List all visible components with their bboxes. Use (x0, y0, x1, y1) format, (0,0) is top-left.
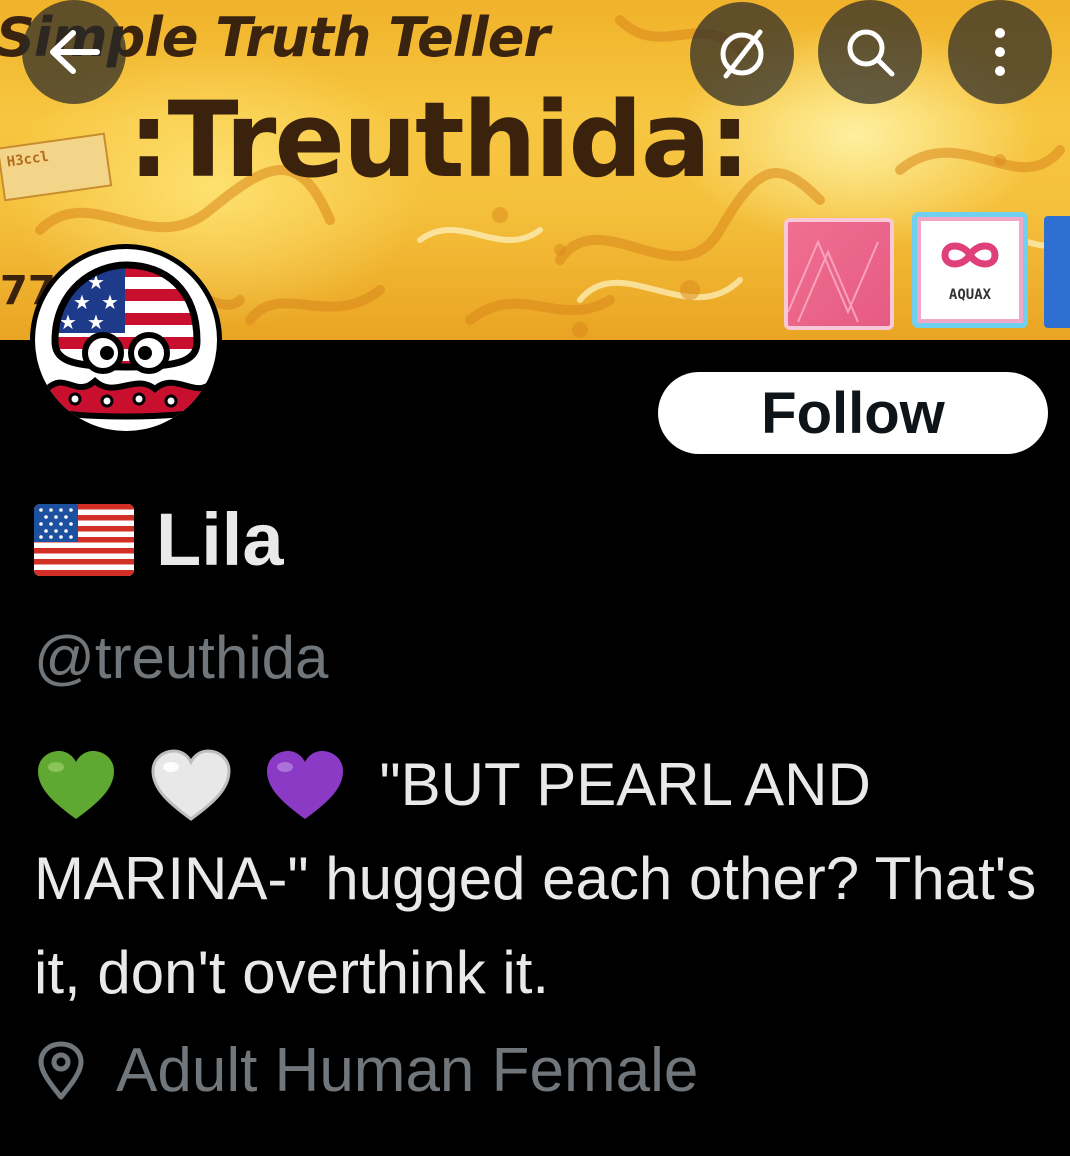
location-pin-icon (38, 1041, 84, 1100)
svg-text:★: ★ (87, 310, 105, 334)
arrow-left-icon (50, 30, 100, 74)
profile-location: Adult Human Female (36, 1040, 698, 1102)
avatar-image: ★ ★ ★ ★ ★ ★ (35, 249, 217, 431)
banner-sticker-text: H3ccl (5, 148, 50, 171)
avatar[interactable]: ★ ★ ★ ★ ★ ★ (30, 244, 222, 436)
name-row: Lila (34, 500, 283, 580)
infinity-logo-icon (941, 242, 999, 268)
pink-card-pattern (787, 239, 879, 323)
banner-aquax-card: AQUAX (912, 212, 1028, 328)
follow-button[interactable]: Follow (658, 372, 1048, 454)
slashed-circle-icon (720, 29, 764, 79)
bio-hearts (34, 735, 361, 829)
banner-pink-card (784, 218, 894, 330)
banner-blue-card (1044, 216, 1070, 328)
profile-page: H3ccl 77 Simple Truth Teller :Treuthida:… (0, 0, 1070, 1156)
us-flag-emoji-icon (34, 504, 134, 576)
green-heart-emoji-icon (38, 751, 114, 820)
grok-button[interactable] (690, 2, 794, 106)
more-options-button[interactable] (948, 0, 1052, 104)
banner-title: :Treuthida: (128, 79, 751, 201)
display-name: Lila (156, 498, 284, 581)
profile-bio: "BUT PEARL AND MARINA-" hugged each othe… (34, 738, 1044, 1020)
purple-heart-emoji-icon (267, 751, 344, 820)
back-button[interactable] (22, 0, 126, 104)
white-heart-emoji-icon (151, 749, 231, 822)
search-icon (847, 29, 895, 77)
profile-handle: @treuthida (34, 624, 329, 691)
more-vertical-icon (995, 28, 1005, 76)
octopus-us-flag-avatar-icon: ★ ★ ★ ★ ★ ★ (42, 261, 214, 420)
aquax-card-label: AQUAX (948, 287, 992, 303)
location-text: Adult Human Female (116, 1036, 699, 1105)
search-button[interactable] (818, 0, 922, 104)
